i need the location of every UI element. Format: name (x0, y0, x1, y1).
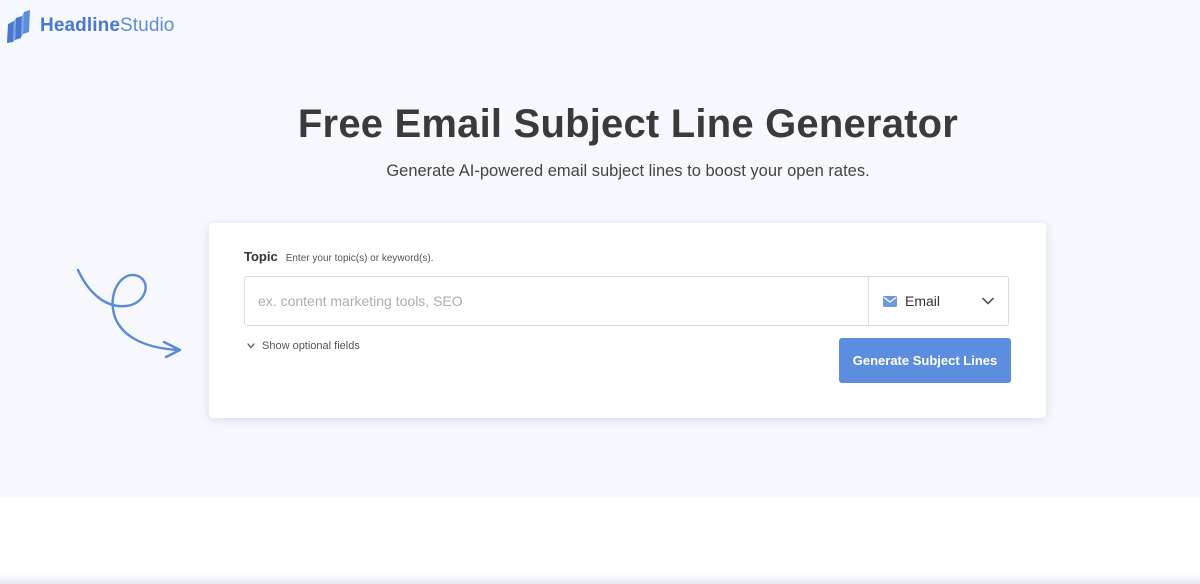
next-section-edge (0, 574, 1200, 584)
envelope-icon (883, 295, 897, 307)
page-title: Free Email Subject Line Generator (297, 102, 959, 146)
show-optional-fields-toggle[interactable]: Show optional fields (247, 340, 360, 352)
content-type-select[interactable]: Email (868, 277, 1008, 325)
content-type-selected: Email (905, 293, 941, 309)
headlinestudio-logo-icon (7, 10, 30, 43)
page-subtitle: Generate AI-powered email subject lines … (386, 162, 870, 180)
curly-arrow-icon (76, 268, 182, 359)
hero-section: HeadlineStudio Free Email Subject Line G… (0, 0, 1200, 497)
chevron-down-icon (247, 343, 255, 349)
topic-label-row: Topic Enter your topic(s) or keyword(s). (244, 249, 434, 264)
chevron-down-icon (982, 297, 994, 305)
show-optional-fields-label: Show optional fields (262, 340, 360, 352)
topic-hint: Enter your topic(s) or keyword(s). (285, 253, 434, 264)
brand-name: HeadlineStudio (40, 8, 174, 44)
topic-input-group: Email (244, 276, 1009, 326)
brand-name-light: Studio (120, 15, 175, 36)
topic-input[interactable] (245, 277, 868, 325)
generator-form-card: Topic Enter your topic(s) or keyword(s).… (209, 223, 1046, 418)
brand-name-bold: Headline (40, 15, 120, 36)
topic-label: Topic (244, 249, 278, 264)
generate-subject-lines-button[interactable]: Generate Subject Lines (839, 338, 1011, 383)
brand-logo[interactable]: HeadlineStudio (6, 8, 174, 44)
